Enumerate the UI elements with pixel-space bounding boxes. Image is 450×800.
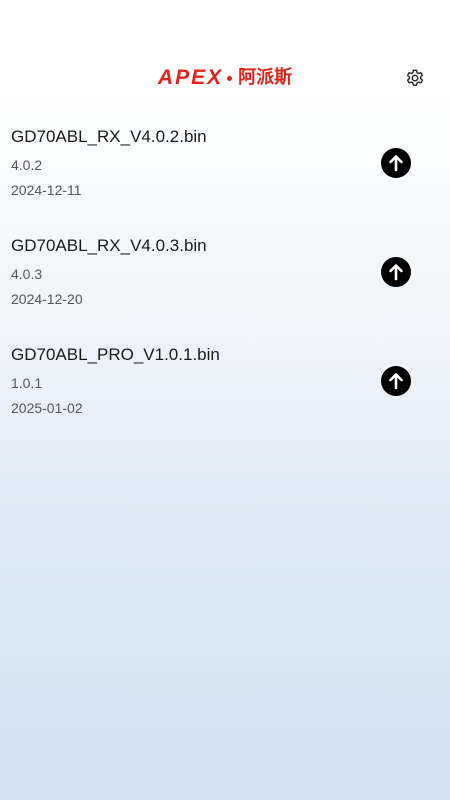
upload-arrow-icon bbox=[389, 264, 403, 281]
firmware-version: 4.0.2 bbox=[11, 157, 43, 173]
gear-icon bbox=[406, 69, 424, 86]
upload-button[interactable] bbox=[381, 257, 411, 287]
firmware-date: 2024-12-20 bbox=[11, 291, 83, 307]
app-header: APEX 阿派斯 bbox=[0, 0, 450, 112]
firmware-file-name: GD70ABL_RX_V4.0.2.bin bbox=[11, 127, 207, 146]
firmware-date: 2024-12-11 bbox=[11, 182, 82, 198]
upload-arrow-icon bbox=[389, 155, 403, 172]
brand-logo-dot bbox=[227, 75, 233, 81]
brand-logo: APEX 阿派斯 bbox=[0, 66, 450, 90]
brand-logo-chinese: 阿派斯 bbox=[238, 67, 293, 88]
upload-button[interactable] bbox=[381, 366, 411, 396]
firmware-file-name: GD70ABL_RX_V4.0.3.bin bbox=[11, 236, 207, 255]
firmware-version: 4.0.3 bbox=[11, 266, 43, 282]
upload-arrow-icon bbox=[389, 373, 403, 390]
firmware-file-name: GD70ABL_PRO_V1.0.1.bin bbox=[11, 345, 220, 364]
brand-logo-latin: APEX bbox=[157, 66, 224, 89]
upload-button[interactable] bbox=[381, 148, 411, 178]
firmware-date: 2025-01-02 bbox=[11, 400, 83, 416]
firmware-item[interactable]: GD70ABL_RX_V4.0.3.bin 4.0.3 2024-12-20 bbox=[0, 229, 450, 338]
settings-button[interactable] bbox=[404, 68, 426, 90]
firmware-list: GD70ABL_RX_V4.0.2.bin 4.0.2 2024-12-11 G… bbox=[0, 120, 450, 447]
firmware-item[interactable]: GD70ABL_RX_V4.0.2.bin 4.0.2 2024-12-11 bbox=[0, 120, 450, 229]
firmware-version: 1.0.1 bbox=[11, 375, 43, 391]
firmware-item[interactable]: GD70ABL_PRO_V1.0.1.bin 1.0.1 2025-01-02 bbox=[0, 338, 450, 447]
